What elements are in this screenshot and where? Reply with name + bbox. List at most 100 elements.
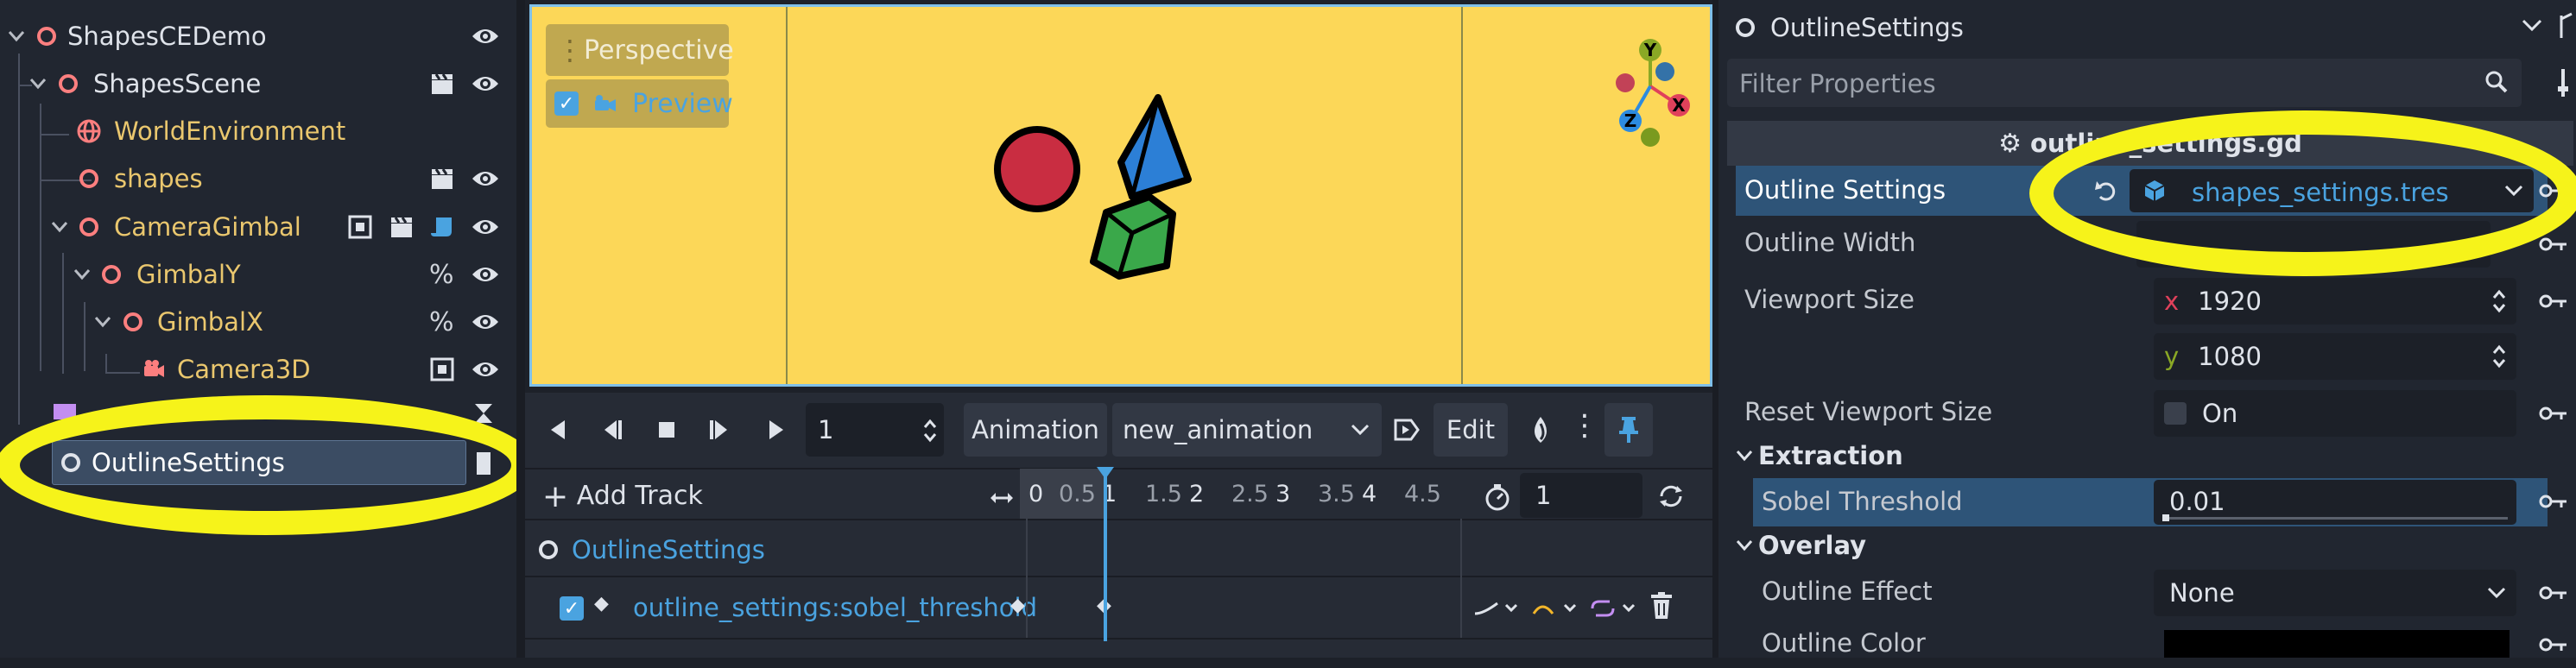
stop-icon[interactable] <box>649 403 684 457</box>
script-icon[interactable] <box>473 451 494 476</box>
chevron-down-icon[interactable] <box>27 72 49 95</box>
spin-arrows-icon[interactable] <box>921 417 939 444</box>
preview-checkbox[interactable]: ✓ <box>554 91 579 116</box>
unique-name-icon[interactable]: % <box>429 260 454 290</box>
reset-viewport-toggle[interactable]: On <box>2154 390 2516 437</box>
loop-wrap-icon[interactable] <box>1589 596 1641 621</box>
property-outline-settings[interactable]: Outline Settings shapes_settings.tres <box>1736 166 2548 216</box>
revert-icon[interactable] <box>2093 178 2119 204</box>
outline-settings-resource-picker[interactable]: shapes_settings.tres <box>2130 169 2534 212</box>
group-label: Extraction <box>1758 441 1903 470</box>
3d-viewport[interactable]: ⋮ Perspective ✓ Preview Y X Z <box>529 4 1712 387</box>
tree-item-shapescedemo[interactable]: ShapesCEDemo <box>0 14 516 59</box>
pin-button[interactable] <box>1604 403 1653 457</box>
visibility-eye-icon[interactable] <box>471 168 500 189</box>
gear-icon: ⚙ <box>1998 128 2022 159</box>
property-sobel-threshold[interactable]: Sobel Threshold 0.01 <box>1753 478 2548 526</box>
animation-menu-label: Animation <box>972 415 1099 444</box>
chevron-down-icon[interactable] <box>5 25 28 47</box>
slider-grabber[interactable] <box>2162 514 2169 521</box>
add-track-button[interactable]: + Add Track <box>542 479 703 514</box>
edit-menu-button[interactable]: Edit <box>1434 403 1508 457</box>
scene-clapper-icon[interactable] <box>429 166 455 192</box>
interpolation-mode-icon[interactable] <box>1472 596 1523 621</box>
animation-length-field[interactable]: 1 <box>1520 473 1642 518</box>
zoom-horizontal-icon[interactable] <box>989 489 1015 507</box>
viewport-size-x-field[interactable]: x 1920 <box>2154 278 2516 325</box>
tree-item-worldenvironment[interactable]: WorldEnvironment <box>0 109 516 154</box>
chevron-down-icon[interactable] <box>48 216 71 238</box>
tree-item-label: CameraGimbal <box>114 212 301 242</box>
visibility-eye-icon[interactable] <box>471 217 500 237</box>
visibility-eye-icon[interactable] <box>471 312 500 332</box>
sobel-threshold-slider[interactable]: 0.01 <box>2154 480 2516 525</box>
autoplay-icon[interactable] <box>1389 403 1427 457</box>
reset-viewport-checkbox[interactable] <box>2164 402 2187 425</box>
outline-effect-select[interactable]: None <box>2154 570 2516 616</box>
keyframe-marker[interactable]: ◆ <box>1010 595 1025 616</box>
keyframe-key-icon[interactable] <box>2539 633 2568 656</box>
settings-tools-icon[interactable] <box>2554 66 2573 100</box>
play-from-start-icon[interactable] <box>703 403 737 457</box>
animation-select[interactable]: new_animation <box>1112 403 1382 457</box>
frame-spinbox[interactable]: 1 <box>806 403 944 457</box>
group-extraction[interactable]: Extraction <box>1736 435 1903 476</box>
viewport-size-y-field[interactable]: y 1080 <box>2154 333 2516 380</box>
keyframe-key-icon[interactable] <box>2539 582 2568 604</box>
delete-track-icon[interactable] <box>1648 591 1675 621</box>
visibility-eye-icon[interactable] <box>471 359 500 380</box>
tree-item-cameragimbal[interactable]: CameraGimbal <box>0 205 516 249</box>
inspector-object-selector[interactable]: OutlineSettings <box>1736 10 1964 45</box>
timeline-ruler[interactable]: 0 0.5 1 1.5 2 2.5 3 3.5 4 4.5 <box>1020 469 1460 519</box>
preview-toggle[interactable]: ✓ Preview <box>546 79 733 128</box>
chevron-down-icon[interactable] <box>92 311 114 333</box>
tree-item-gimbaly[interactable]: GimbalY % <box>0 252 516 297</box>
tree-item-camera3d[interactable]: Camera3D <box>0 347 516 392</box>
outline-width-field[interactable] <box>2136 221 2491 268</box>
chevron-down-icon[interactable] <box>71 263 93 286</box>
track-group-outlinesettings[interactable]: OutlineSettings <box>539 531 765 569</box>
loop-icon[interactable] <box>1656 482 1686 510</box>
keyframe-key-icon[interactable] <box>2539 233 2568 255</box>
hourglass-icon[interactable] <box>471 402 497 425</box>
scene-clapper-icon[interactable] <box>429 71 455 97</box>
track-enabled-checkbox[interactable]: ✓ <box>560 596 584 621</box>
kebab-menu-icon[interactable]: ⋮ <box>1570 408 1599 443</box>
chevron-down-icon[interactable] <box>2522 19 2542 33</box>
tree-item-gimbalx[interactable]: GimbalX % <box>0 299 516 344</box>
spin-arrows-icon[interactable] <box>2491 343 2508 370</box>
tree-item-shapes[interactable]: shapes <box>0 156 516 201</box>
update-mode-icon[interactable] <box>1530 596 1582 621</box>
instance-icon[interactable] <box>429 356 455 382</box>
play-backwards-from-end-icon[interactable] <box>594 403 629 457</box>
script-icon[interactable] <box>429 214 455 240</box>
property-label: Outline Color <box>1762 628 1926 658</box>
visibility-eye-icon[interactable] <box>471 73 500 94</box>
visibility-eye-icon[interactable] <box>471 26 500 47</box>
animation-menu-button[interactable]: Animation <box>964 403 1107 457</box>
spin-arrows-icon[interactable] <box>2491 287 2508 315</box>
outline-color-swatch[interactable] <box>2164 630 2510 658</box>
onion-skinning-icon[interactable] <box>1522 403 1560 457</box>
playhead-handle-icon[interactable] <box>1097 467 1114 481</box>
instance-icon[interactable] <box>347 214 373 240</box>
history-icon[interactable] <box>2556 10 2576 43</box>
orientation-gizmo[interactable]: Y X Z <box>1594 33 1698 154</box>
visibility-eye-icon[interactable] <box>471 264 500 285</box>
script-section-header[interactable]: ⚙ outline_settings.gd <box>1727 121 2573 166</box>
play-backwards-icon[interactable] <box>541 403 575 457</box>
perspective-menu-button[interactable]: ⋮ Perspective <box>546 24 734 76</box>
filter-properties-input[interactable]: Filter Properties <box>1727 59 2522 107</box>
unique-name-icon[interactable]: % <box>429 307 454 337</box>
keyframe-key-icon[interactable] <box>2539 490 2568 513</box>
tree-item-outlinesettings[interactable]: OutlineSettings <box>52 440 466 485</box>
play-icon[interactable] <box>758 403 793 457</box>
keyframe-key-icon[interactable] <box>2539 290 2568 312</box>
keyframe-key-icon[interactable] <box>2539 180 2568 202</box>
group-overlay[interactable]: Overlay <box>1736 525 1866 566</box>
keyframe-key-icon[interactable] <box>2539 402 2568 425</box>
tree-item-shapesscene[interactable]: ShapesScene <box>0 61 516 106</box>
animation-panel: 1 Animation new_animation Edit ⋮ + Add T… <box>525 393 1712 658</box>
playhead[interactable] <box>1104 469 1107 641</box>
scene-clapper-icon[interactable] <box>389 214 415 240</box>
